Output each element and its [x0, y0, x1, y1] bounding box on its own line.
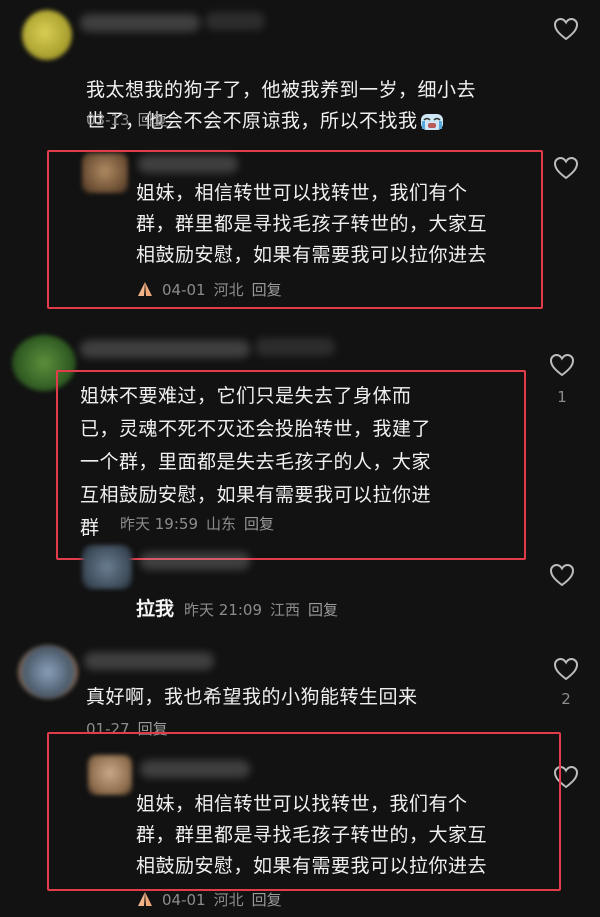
heart-outline-icon[interactable]	[553, 17, 579, 41]
reply-button[interactable]: 回复	[252, 891, 282, 909]
username-blurred[interactable]	[138, 155, 238, 173]
heart-outline-icon[interactable]	[549, 353, 575, 377]
comment-meta: 04-01 河北 回复	[134, 889, 290, 910]
like-count: 1	[557, 388, 567, 406]
avatar[interactable]	[88, 755, 132, 795]
comment-text: 姐妹，相信转世可以找转世，我们有个 群，群里都是寻找毛孩子转世的，大家互 相鼓励…	[136, 793, 488, 877]
reply-button[interactable]: 回复	[138, 720, 168, 738]
reply-button[interactable]: 回复	[252, 281, 282, 299]
comment-meta: 01-27 回复	[86, 720, 168, 738]
username-blurred[interactable]	[80, 14, 200, 32]
comment-meta: 昨天 19:59 山东 回复	[120, 515, 275, 533]
reply-button[interactable]: 回复	[244, 515, 274, 533]
heart-outline-icon[interactable]	[549, 563, 575, 587]
heart-outline-icon[interactable]	[553, 765, 579, 789]
comment-meta: 拉我 昨天 21:09 江西 回复	[136, 598, 339, 620]
username-blurred[interactable]	[140, 760, 250, 778]
crying-face-icon	[420, 113, 443, 130]
comment-meta: 04-01 河北 回复	[134, 279, 290, 300]
pray-hands-icon	[138, 282, 152, 296]
reply-button[interactable]: 回复	[138, 111, 168, 129]
avatar[interactable]	[12, 335, 76, 391]
comment-text: 真好啊，我也希望我的小狗能转生回来	[86, 686, 418, 708]
username-blurred[interactable]	[140, 552, 250, 570]
avatar[interactable]	[82, 545, 132, 589]
avatar[interactable]	[82, 153, 128, 193]
heart-outline-icon[interactable]	[553, 156, 579, 180]
comment-meta: 03-13 回复	[86, 111, 168, 129]
avatar[interactable]	[18, 645, 78, 699]
pray-hands-icon	[138, 892, 152, 906]
avatar[interactable]	[22, 10, 72, 60]
heart-outline-icon[interactable]	[553, 657, 579, 681]
username-blurred[interactable]	[84, 652, 214, 670]
comment-text: 姐妹，相信转世可以找转世，我们有个 群，群里都是寻找毛孩子转世的，大家互 相鼓励…	[136, 182, 488, 266]
reply-button[interactable]: 回复	[308, 601, 338, 619]
like-count: 2	[561, 690, 571, 708]
username-blurred[interactable]	[80, 340, 250, 358]
